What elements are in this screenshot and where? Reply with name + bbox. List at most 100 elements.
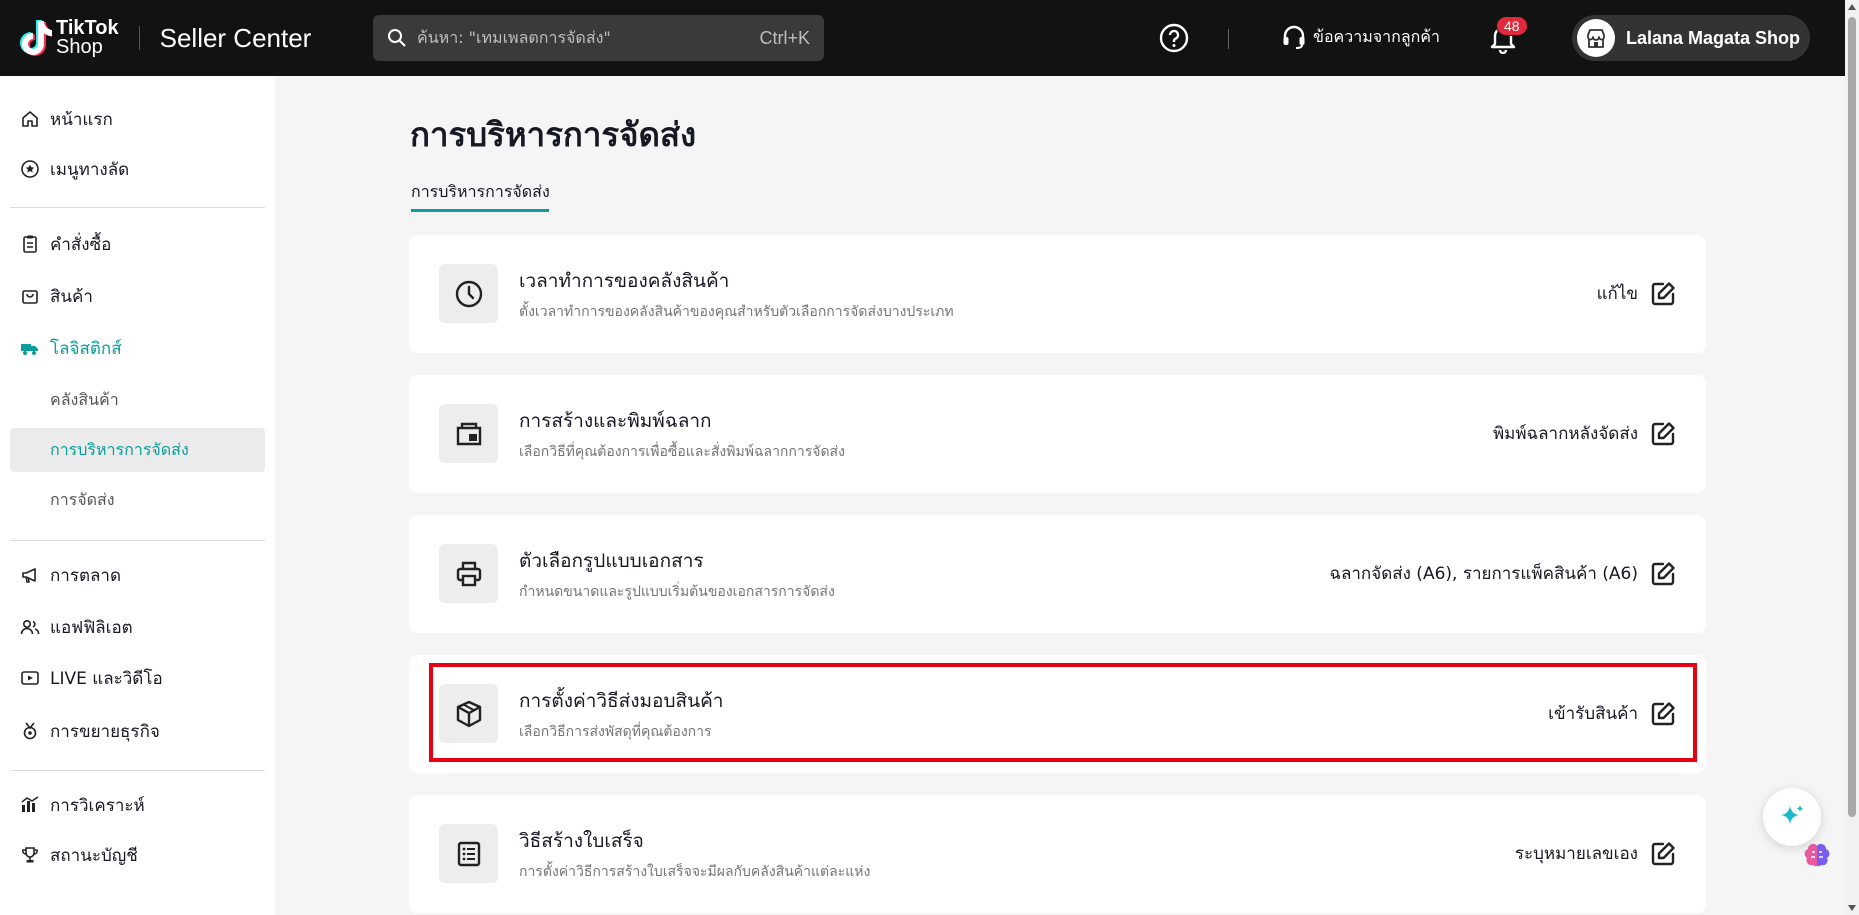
card-action-label: พิมพ์ฉลากหลังจัดส่ง bbox=[1492, 424, 1638, 444]
search-shortcut: Ctrl+K bbox=[759, 27, 810, 48]
sidebar-item-label: การขยายธุรกิจ bbox=[50, 721, 160, 742]
shopping-bag-icon bbox=[22, 290, 38, 304]
page-scrollbar[interactable] bbox=[1845, 0, 1859, 915]
card-icon-box bbox=[439, 824, 498, 883]
sidebar-item-label: คำสั่งซื้อ bbox=[50, 234, 112, 255]
clipboard-icon bbox=[23, 235, 37, 253]
tiktok-shop-logo[interactable]: TikTok Shop bbox=[18, 18, 119, 58]
sidebar-item-label: การวิเคราะห์ bbox=[50, 795, 145, 816]
trophy-icon bbox=[22, 847, 38, 863]
brain-icon[interactable] bbox=[1803, 842, 1831, 870]
bar-chart-icon bbox=[21, 796, 39, 812]
sidebar-subitem-shipping-management[interactable]: การบริหารการจัดส่ง bbox=[10, 428, 265, 472]
active-tab-indicator bbox=[411, 209, 549, 212]
sidebar-item-label: LIVE และวิดีโอ bbox=[50, 668, 163, 689]
card-description: เลือกวิธีที่คุณต้องการเพื่อซื้อและสั่งพิ… bbox=[519, 444, 845, 460]
card-title: การสร้างและพิมพ์ฉลาก bbox=[519, 410, 712, 432]
label-print-icon bbox=[456, 422, 481, 445]
notification-badge: 48 bbox=[1496, 16, 1528, 36]
page-title: การบริหารการจัดส่ง bbox=[410, 115, 697, 154]
megaphone-icon bbox=[22, 568, 36, 583]
sidebar-item-label: แอฟฟิลิเอต bbox=[50, 617, 133, 638]
card-action-edit[interactable]: ฉลากจัดส่ง (A6), รายการแพ็คสินค้า (A6) bbox=[1329, 560, 1676, 587]
header-separator bbox=[1228, 29, 1229, 49]
store-icon bbox=[1587, 29, 1605, 48]
sidebar-item-label: สถานะบัญชี bbox=[50, 845, 138, 866]
card-description: การตั้งค่าวิธีการสร้างใบเสร็จจะมีผลกับคล… bbox=[519, 864, 871, 880]
sidebar-item-business-growth[interactable]: การขยายธุรกิจ bbox=[10, 709, 265, 753]
card-action-edit[interactable]: แก้ไข bbox=[1597, 280, 1676, 307]
sidebar-item-live-video[interactable]: LIVE และวิดีโอ bbox=[10, 656, 265, 700]
edit-icon bbox=[1651, 281, 1675, 305]
sidebar-item-home[interactable]: หน้าแรก bbox=[10, 97, 265, 141]
card-description: กำหนดขนาดและรูปแบบเริ่มต้นของเอกสารการจั… bbox=[519, 584, 835, 600]
sidebar-item-products[interactable]: สินค้า bbox=[10, 274, 265, 318]
star-circle-icon bbox=[21, 160, 39, 178]
card-action-edit[interactable]: พิมพ์ฉลากหลังจัดส่ง bbox=[1493, 420, 1676, 447]
logo-shop: Shop bbox=[56, 36, 103, 58]
card-title: ตัวเลือกรูปแบบเอกสาร bbox=[519, 550, 704, 572]
sidebar-item-orders[interactable]: คำสั่งซื้อ bbox=[10, 222, 265, 266]
card-action-label: แก้ไข bbox=[1596, 284, 1638, 304]
tiktok-logo-icon bbox=[20, 20, 52, 56]
card-action-edit[interactable]: ระบุหมายเลขเอง bbox=[1515, 840, 1676, 867]
edit-icon bbox=[1651, 841, 1675, 865]
sidebar-divider bbox=[10, 207, 265, 208]
help-icon[interactable] bbox=[1159, 23, 1189, 53]
medal-icon bbox=[23, 722, 37, 740]
sidebar-item-label: หน้าแรก bbox=[50, 109, 113, 130]
scrollbar-thumb[interactable] bbox=[1848, 17, 1856, 817]
search-icon bbox=[388, 29, 406, 47]
video-icon bbox=[21, 671, 39, 685]
sidebar-divider bbox=[10, 770, 265, 771]
top-bar: TikTok Shop Seller Center ค้นหา: "เทมเพล… bbox=[0, 0, 1845, 76]
app-name: Seller Center bbox=[159, 22, 312, 53]
card-action-label: ฉลากจัดส่ง (A6), รายการแพ็คสินค้า (A6) bbox=[1329, 564, 1638, 584]
card-icon-box bbox=[439, 404, 498, 463]
shop-name: Lalana Magata Shop bbox=[1626, 27, 1801, 48]
customer-messages-button[interactable]: ข้อความจากลูกค้า bbox=[1281, 24, 1440, 50]
settings-card-receipt-method: วิธีสร้างใบเสร็จ การตั้งค่าวิธีการสร้างใ… bbox=[409, 795, 1706, 913]
shop-avatar bbox=[1577, 19, 1615, 57]
sidebar-subitem-warehouse[interactable]: คลังสินค้า bbox=[10, 378, 265, 422]
card-description: ตั้งเวลาทำการของคลังสินค้าของคุณสำหรับตั… bbox=[519, 304, 954, 320]
sidebar-item-label: โลจิสติกส์ bbox=[50, 338, 122, 359]
card-title: เวลาทำการของคลังสินค้า bbox=[519, 270, 730, 292]
sparkle-icon bbox=[1781, 805, 1804, 824]
users-icon bbox=[20, 619, 40, 635]
sidebar-item-affiliate[interactable]: แอฟฟิลิเอต bbox=[10, 605, 265, 649]
sidebar-item-label: เมนูทางลัด bbox=[50, 159, 130, 180]
headset-icon bbox=[1283, 25, 1305, 49]
account-menu[interactable]: Lalana Magata Shop bbox=[1572, 15, 1810, 61]
logo-text: TikTok Shop bbox=[56, 18, 119, 58]
clock-icon bbox=[455, 280, 482, 307]
sidebar-item-logistics[interactable]: โลจิสติกส์ bbox=[10, 326, 265, 370]
card-icon-box bbox=[439, 264, 498, 323]
scroll-down-arrow[interactable] bbox=[1848, 905, 1856, 911]
sidebar-item-analytics[interactable]: การวิเคราะห์ bbox=[10, 783, 265, 827]
settings-card-warehouse-hours: เวลาทำการของคลังสินค้า ตั้งเวลาทำการของค… bbox=[409, 235, 1706, 353]
header-divider bbox=[138, 26, 140, 50]
sidebar-subitem-shipping[interactable]: การจัดส่ง bbox=[10, 478, 265, 522]
edit-icon bbox=[1651, 421, 1675, 445]
scroll-up-arrow[interactable] bbox=[1848, 4, 1856, 10]
card-title: วิธีสร้างใบเสร็จ bbox=[519, 830, 644, 852]
delivery-truck-icon bbox=[21, 344, 38, 355]
ai-assistant-button[interactable] bbox=[1763, 788, 1821, 846]
sidebar-item-marketing[interactable]: การตลาด bbox=[10, 553, 265, 597]
home-icon bbox=[22, 111, 38, 127]
settings-card-document-format: ตัวเลือกรูปแบบเอกสาร กำหนดขนาดและรูปแบบเ… bbox=[409, 515, 1706, 633]
highlight-box bbox=[429, 663, 1697, 762]
edit-icon bbox=[1651, 561, 1675, 585]
customer-messages-label: ข้อความจากลูกค้า bbox=[1313, 26, 1440, 46]
sidebar-item-shortcuts[interactable]: เมนูทางลัด bbox=[10, 147, 265, 191]
sidebar-divider bbox=[10, 540, 265, 541]
search-placeholder: ค้นหา: "เทมเพลตการจัดส่ง" bbox=[417, 27, 611, 47]
sidebar-item-account-status[interactable]: สถานะบัญชี bbox=[10, 833, 265, 877]
tab-shipping-management[interactable]: การบริหารการจัดส่ง bbox=[411, 180, 550, 205]
sidebar: หน้าแรก เมนูทางลัด คำสั่งซื้อ สินค้า โลจ… bbox=[0, 76, 275, 915]
card-action-label: ระบุหมายเลขเอง bbox=[1514, 844, 1638, 864]
card-icon-box bbox=[439, 544, 498, 603]
search-bar[interactable]: ค้นหา: "เทมเพลตการจัดส่ง" Ctrl+K bbox=[373, 15, 824, 61]
settings-card-label-printing: การสร้างและพิมพ์ฉลาก เลือกวิธีที่คุณต้อง… bbox=[409, 375, 1706, 493]
